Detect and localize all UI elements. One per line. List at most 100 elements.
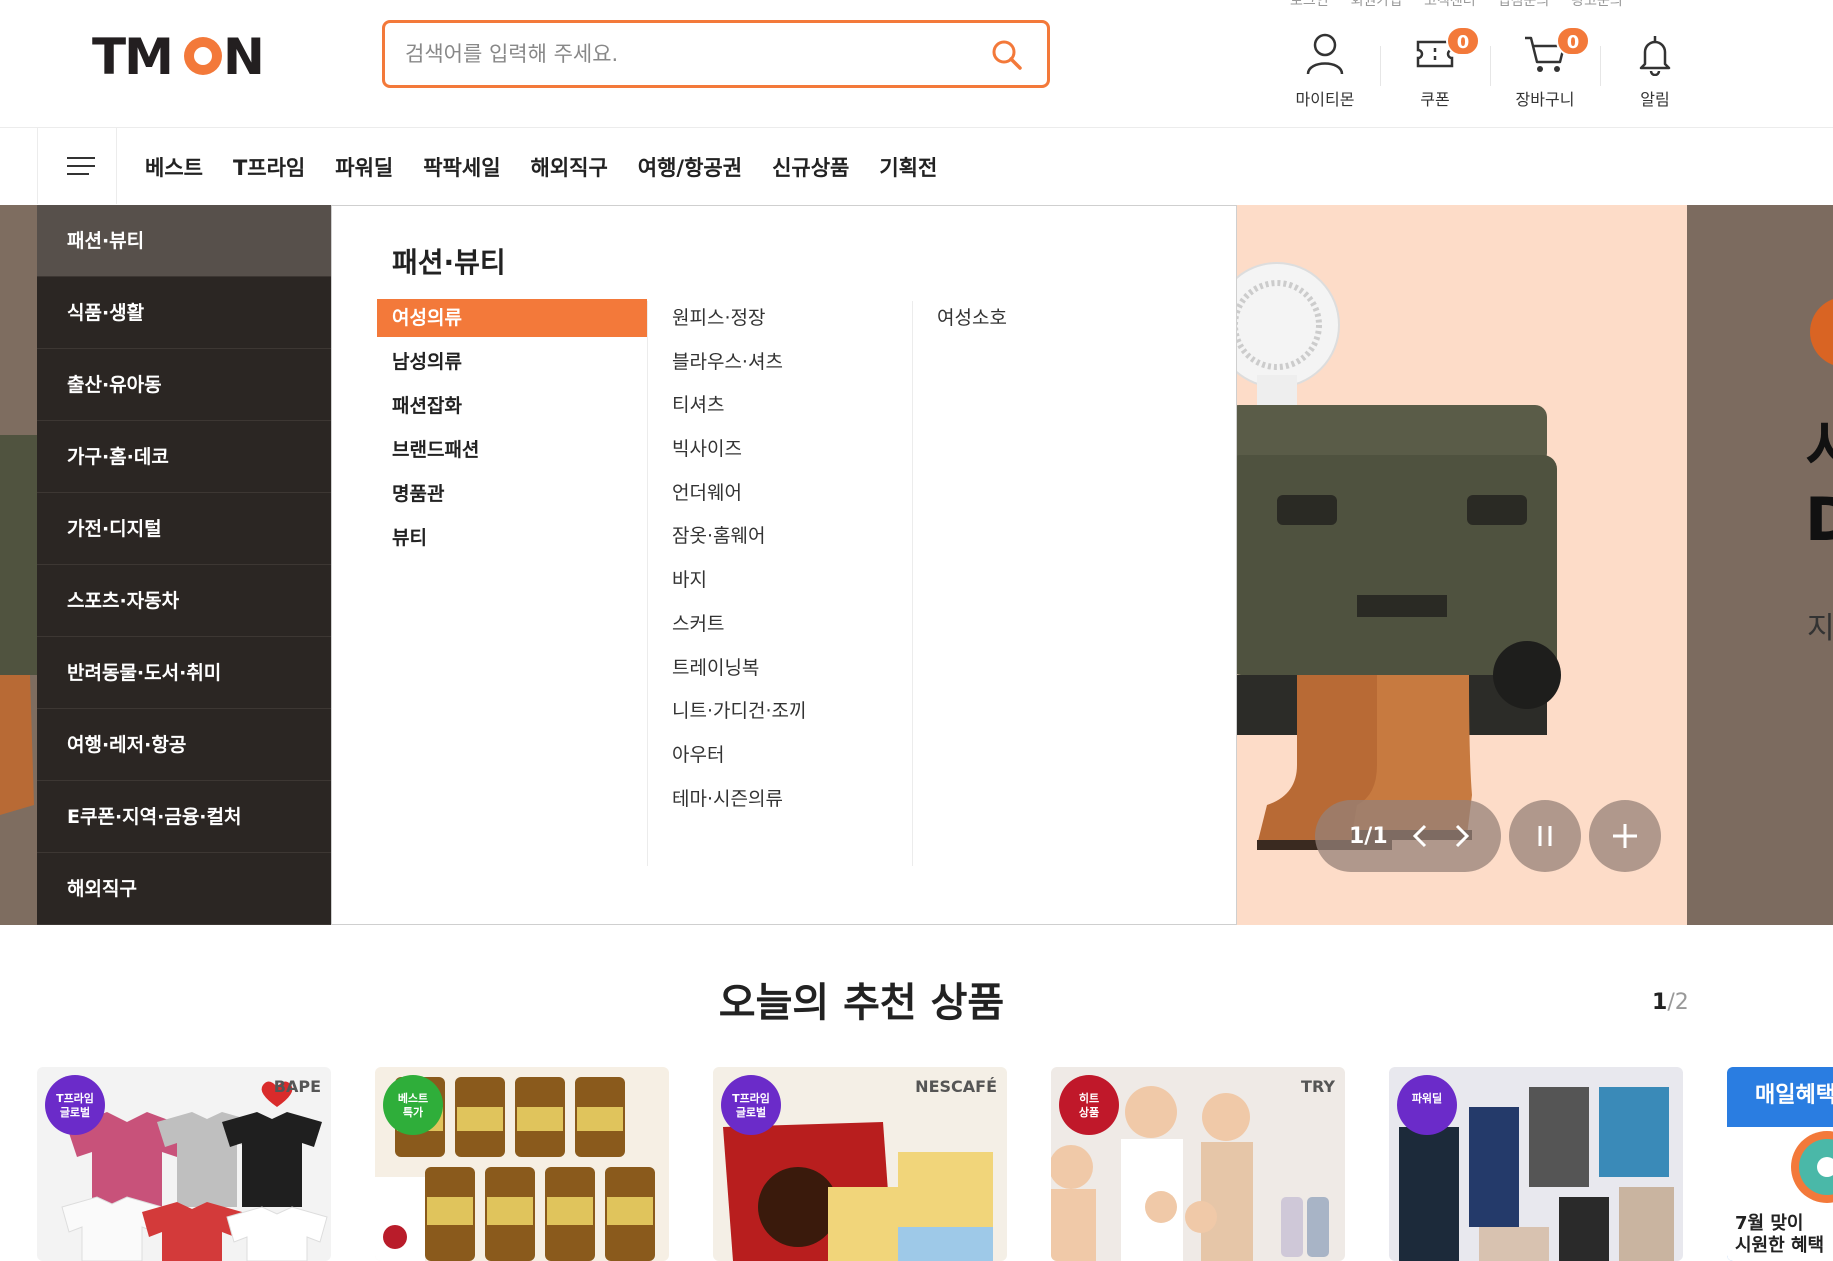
card-badge: T프라임 글로벌	[721, 1075, 781, 1135]
plus-icon	[1613, 824, 1637, 848]
alarm-button[interactable]: 알림	[1600, 28, 1710, 109]
card-promo-text: 7월 맞이 시원한 혜택	[1735, 1213, 1825, 1256]
banner-next-text-1: 서	[1805, 414, 1833, 484]
panel-title: 패션·뷰티	[392, 246, 506, 279]
card-badge: 베스트 특가	[383, 1075, 443, 1135]
card-brand: TRY	[1301, 1077, 1335, 1096]
banner-pause-button[interactable]	[1509, 800, 1581, 872]
recommend-page-current: 1	[1652, 990, 1668, 1015]
category-sports-auto[interactable]: 스포츠·자동차	[37, 565, 331, 637]
subcategory-item[interactable]: 바지	[672, 561, 806, 599]
subcategory-luxury[interactable]: 명품관	[377, 475, 647, 513]
subcategory-beauty[interactable]: 뷰티	[377, 519, 647, 557]
nav-tab-overseas[interactable]: 해외직구	[531, 152, 608, 182]
subcategory-item[interactable]: 잠옷·홈웨어	[672, 517, 806, 555]
bell-icon	[1639, 36, 1671, 76]
subcategory-item[interactable]: 아우터	[672, 736, 806, 774]
subcategory-column-1: 여성의류 남성의류 패션잡화 브랜드패션 명품관 뷰티	[377, 299, 647, 563]
search-input[interactable]	[405, 39, 965, 69]
subcategory-item[interactable]: 블라우스·셔츠	[672, 343, 806, 381]
nav-tab-exhibition[interactable]: 기획전	[879, 152, 937, 182]
search-icon[interactable]	[989, 37, 1025, 73]
subcategory-womens-clothing[interactable]: 여성의류	[377, 299, 647, 337]
my-tmon-button[interactable]: 마이티몬	[1270, 28, 1380, 109]
svg-text:N: N	[223, 30, 265, 80]
card-badge: T프라임 글로벌	[45, 1075, 105, 1135]
product-card[interactable]: 베스트 특가	[375, 1067, 669, 1261]
banner-left-image	[0, 435, 40, 815]
cart-label: 장바구니	[1515, 90, 1575, 109]
card-brand: BAPE	[273, 1077, 321, 1096]
banner-next-slide[interactable]: 서 D 지	[1687, 205, 1833, 925]
tmon-logo[interactable]: TM N	[92, 28, 282, 86]
svg-text:TM: TM	[92, 30, 172, 80]
util-signup-link[interactable]: 회원가입	[1351, 0, 1403, 10]
category-fashion-beauty[interactable]: 패션·뷰티	[37, 205, 331, 277]
category-sidebar: 패션·뷰티 식품·생활 출산·유아동 가구·홈·데코 가전·디지털 스포츠·자동…	[37, 205, 331, 925]
category-electronics[interactable]: 가전·디지털	[37, 493, 331, 565]
banner-next-circle	[1810, 297, 1833, 367]
banner-more-button[interactable]	[1589, 800, 1661, 872]
subcategory-column-2: 원피스·정장 블라우스·셔츠 티셔츠 빅사이즈 언더웨어 잠옷·홈웨어 바지 스…	[672, 299, 806, 823]
banner-pager: 1/1	[1315, 800, 1501, 872]
product-card[interactable]: 파워딜	[1389, 1067, 1683, 1261]
card-promo-title: 매일혜택	[1755, 1083, 1833, 1108]
subcategory-item[interactable]: 스커트	[672, 605, 806, 643]
cart-button[interactable]: 0 장바구니	[1490, 26, 1600, 109]
subcategory-item[interactable]: 티셔츠	[672, 386, 806, 424]
category-pets-books[interactable]: 반려동물·도서·취미	[37, 637, 331, 709]
nav-tab-sale[interactable]: 팍팍세일	[423, 152, 500, 182]
subcategory-item[interactable]: 원피스·정장	[672, 299, 806, 337]
category-baby-kids[interactable]: 출산·유아동	[37, 349, 331, 421]
util-login-link[interactable]: 로그인	[1290, 0, 1329, 10]
nav-tab-tprime[interactable]: T프라임	[233, 152, 305, 182]
coupon-button[interactable]: 0 쿠폰	[1380, 26, 1490, 109]
alarm-label: 알림	[1640, 90, 1670, 109]
nav-tab-travel[interactable]: 여행/항공권	[638, 152, 742, 182]
category-furniture-home[interactable]: 가구·홈·데코	[37, 421, 331, 493]
banner-page-indicator: 1/1	[1349, 823, 1388, 849]
product-card[interactable]: 히트 상품 TRY	[1051, 1067, 1345, 1261]
util-cs-link[interactable]: 고객센터	[1424, 0, 1476, 10]
card-brand: NESCAFÉ	[915, 1077, 997, 1096]
subcategory-item[interactable]: 테마·시즌의류	[672, 780, 806, 818]
product-card[interactable]: T프라임 글로벌 BAPE	[37, 1067, 331, 1261]
product-card[interactable]: 매일혜택 7월 맞이 시원한 혜택	[1727, 1067, 1833, 1261]
subcategory-item[interactable]: 여성소호	[937, 299, 1007, 337]
subcategory-brand-fashion[interactable]: 브랜드패션	[377, 431, 647, 469]
banner-next-text-3: 지	[1807, 611, 1833, 646]
product-card[interactable]: T프라임 글로벌 NESCAFÉ	[713, 1067, 1007, 1261]
main-nav: 베스트 T프라임 파워딜 팍팍세일 해외직구 여행/항공권 신규상품 기획전	[145, 152, 937, 182]
util-ad-link[interactable]: 광고문의	[1571, 0, 1623, 10]
subcategory-item[interactable]: 트레이닝복	[672, 649, 806, 687]
hamburger-menu-icon[interactable]	[37, 128, 117, 204]
subcategory-item[interactable]: 언더웨어	[672, 474, 806, 512]
card-badge: 히트 상품	[1059, 1075, 1119, 1135]
subcategory-item[interactable]: 니트·가디건·조끼	[672, 692, 806, 730]
card-promo-body: 7월 맞이 시원한 혜택	[1727, 1127, 1833, 1261]
nav-tab-new[interactable]: 신규상품	[772, 152, 849, 182]
pause-icon	[1538, 826, 1552, 846]
util-store-link[interactable]: 입점문의	[1498, 0, 1550, 10]
user-icon	[1306, 33, 1344, 75]
banner-next-icon[interactable]	[1452, 821, 1472, 851]
column-divider	[647, 301, 648, 866]
my-tmon-label: 마이티몬	[1295, 90, 1355, 109]
category-overseas[interactable]: 해외직구	[37, 853, 331, 925]
subcategory-mens-clothing[interactable]: 남성의류	[377, 343, 647, 381]
recommend-pagination: 1/2	[1652, 990, 1689, 1015]
cart-badge: 0	[1556, 26, 1590, 56]
subcategory-column-3: 여성소호	[937, 299, 1007, 343]
roulette-icon	[1791, 1131, 1833, 1203]
nav-tab-powerdeal[interactable]: 파워딜	[335, 152, 393, 182]
category-panel: 패션·뷰티 여성의류 남성의류 패션잡화 브랜드패션 명품관 뷰티 원피스·정장…	[331, 205, 1237, 925]
subcategory-item[interactable]: 빅사이즈	[672, 430, 806, 468]
banner-prev-icon[interactable]	[1410, 821, 1430, 851]
subcategory-accessories[interactable]: 패션잡화	[377, 387, 647, 425]
category-food-living[interactable]: 식품·생활	[37, 277, 331, 349]
category-travel-leisure[interactable]: 여행·레저·항공	[37, 709, 331, 781]
nav-tab-best[interactable]: 베스트	[145, 152, 203, 182]
category-ecoupon-culture[interactable]: E쿠폰·지역·금융·컬처	[37, 781, 331, 853]
coupon-label: 쿠폰	[1420, 90, 1450, 109]
recommend-page-total: /2	[1667, 990, 1689, 1015]
